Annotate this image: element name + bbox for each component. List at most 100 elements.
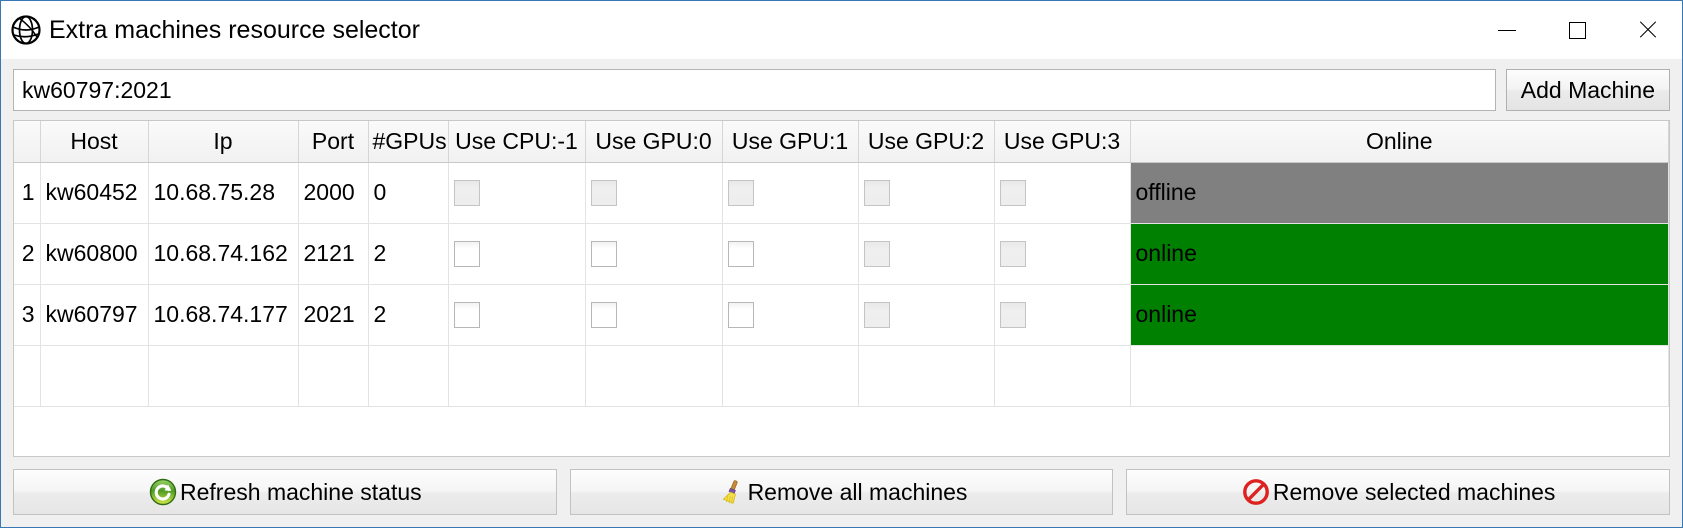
cell-use-gpu1[interactable] [722, 284, 859, 346]
empty-cell [858, 345, 995, 407]
cell-use-cpu[interactable] [448, 162, 586, 224]
remove-all-machines-label: Remove all machines [747, 478, 968, 505]
column-header-online[interactable]: Online [1130, 121, 1669, 163]
refresh-machine-status-button[interactable]: Refresh machine status [13, 469, 557, 515]
table-row[interactable]: 3 kw60797 10.68.74.177 2021 2 online [14, 284, 1669, 346]
cell-host[interactable]: kw60797 [40, 284, 149, 346]
cell-use-cpu[interactable] [448, 284, 586, 346]
use-gpu1-checkbox[interactable] [727, 302, 754, 329]
cell-use-gpu0[interactable] [585, 284, 723, 346]
cell-use-gpu0[interactable] [585, 162, 723, 224]
cell-host[interactable]: kw60452 [40, 162, 149, 224]
use-gpu0-checkbox [590, 180, 617, 207]
empty-cell [368, 345, 449, 407]
row-header-number[interactable]: 1 [14, 162, 41, 224]
use-gpu0-checkbox[interactable] [590, 302, 617, 329]
cell-use-gpu1[interactable] [722, 162, 859, 224]
table-row[interactable]: 2 kw60800 10.68.74.162 2121 2 online [14, 223, 1669, 285]
use-gpu1-checkbox [727, 180, 754, 207]
remove-selected-machines-label: Remove selected machines [1272, 478, 1556, 505]
use-gpu2-checkbox [863, 180, 890, 207]
machines-table-container[interactable]: Host Ip Port #GPUs Use CPU:-1 Use GPU:0 … [13, 120, 1670, 457]
cell-gpus[interactable]: 2 [368, 223, 449, 285]
cell-use-gpu2[interactable] [858, 284, 995, 346]
empty-cell [585, 345, 723, 407]
maximize-button[interactable] [1542, 1, 1612, 59]
cell-port[interactable]: 2121 [298, 223, 369, 285]
cell-ip[interactable]: 10.68.74.162 [148, 223, 299, 285]
broom-icon [716, 477, 746, 507]
cell-use-gpu3[interactable] [994, 223, 1131, 285]
machines-table-body: 1 kw60452 10.68.75.28 2000 0 offline 2 k… [14, 162, 1669, 407]
table-empty-row [14, 345, 1669, 407]
cell-use-gpu3[interactable] [994, 162, 1131, 224]
row-header-number[interactable]: 2 [14, 223, 41, 285]
table-header-row: Host Ip Port #GPUs Use CPU:-1 Use GPU:0 … [14, 121, 1669, 163]
use-cpu-checkbox[interactable] [453, 241, 480, 268]
column-header-use-gpu3[interactable]: Use GPU:3 [994, 121, 1131, 163]
use-gpu1-checkbox[interactable] [727, 241, 754, 268]
add-machine-button[interactable]: Add Machine [1505, 69, 1670, 111]
prohibition-icon [1241, 477, 1271, 507]
remove-selected-machines-button[interactable]: Remove selected machines [1126, 469, 1671, 515]
application-window: Extra machines resource selector Add Mac… [0, 0, 1683, 528]
close-icon [1637, 20, 1657, 40]
use-gpu3-checkbox [999, 241, 1026, 268]
cell-ip[interactable]: 10.68.74.177 [148, 284, 299, 346]
cell-use-gpu0[interactable] [585, 223, 723, 285]
window-title: Extra machines resource selector [49, 15, 420, 44]
minimize-icon [1498, 29, 1516, 31]
use-gpu0-checkbox[interactable] [590, 241, 617, 268]
use-cpu-checkbox [453, 180, 480, 207]
column-header-use-gpu1[interactable]: Use GPU:1 [722, 121, 859, 163]
cell-port[interactable]: 2000 [298, 162, 369, 224]
empty-cell [722, 345, 859, 407]
use-cpu-checkbox[interactable] [453, 302, 480, 329]
empty-cell [448, 345, 586, 407]
refresh-icon [148, 477, 178, 507]
use-gpu2-checkbox [863, 241, 890, 268]
empty-cell [148, 345, 299, 407]
empty-cell [298, 345, 369, 407]
machine-address-input[interactable] [13, 69, 1496, 111]
row-header-empty [14, 345, 41, 407]
add-machine-row: Add Machine [13, 69, 1670, 111]
column-header-ip[interactable]: Ip [148, 121, 299, 163]
cell-online-status[interactable]: online [1130, 284, 1669, 346]
cell-use-cpu[interactable] [448, 223, 586, 285]
cell-use-gpu2[interactable] [858, 162, 995, 224]
cell-host[interactable]: kw60800 [40, 223, 149, 285]
cell-use-gpu1[interactable] [722, 223, 859, 285]
cell-use-gpu2[interactable] [858, 223, 995, 285]
column-header-host[interactable]: Host [40, 121, 149, 163]
minimize-button[interactable] [1472, 1, 1542, 59]
column-header-port[interactable]: Port [298, 121, 369, 163]
use-gpu3-checkbox [999, 180, 1026, 207]
column-header-gpus[interactable]: #GPUs [368, 121, 449, 163]
cell-port[interactable]: 2021 [298, 284, 369, 346]
column-header-use-cpu[interactable]: Use CPU:-1 [448, 121, 586, 163]
cell-online-status[interactable]: offline [1130, 162, 1669, 224]
column-header-use-gpu0[interactable]: Use GPU:0 [585, 121, 723, 163]
action-button-row: Refresh machine status Remove all machin… [13, 469, 1671, 515]
table-row[interactable]: 1 kw60452 10.68.75.28 2000 0 offline [14, 162, 1669, 224]
empty-cell [994, 345, 1131, 407]
cell-ip[interactable]: 10.68.75.28 [148, 162, 299, 224]
remove-all-machines-button[interactable]: Remove all machines [569, 469, 1114, 515]
use-gpu3-checkbox [999, 302, 1026, 329]
refresh-machine-status-label: Refresh machine status [180, 478, 422, 505]
cell-use-gpu3[interactable] [994, 284, 1131, 346]
close-button[interactable] [1612, 1, 1682, 59]
row-header-number[interactable]: 3 [14, 284, 41, 346]
maximize-icon [1568, 21, 1586, 39]
table-corner-header[interactable] [14, 121, 41, 163]
empty-cell [40, 345, 149, 407]
machines-table: Host Ip Port #GPUs Use CPU:-1 Use GPU:0 … [14, 121, 1669, 407]
cell-online-status[interactable]: online [1130, 223, 1669, 285]
empty-cell [1130, 345, 1669, 407]
window-controls [1472, 1, 1682, 59]
column-header-use-gpu2[interactable]: Use GPU:2 [858, 121, 995, 163]
cell-gpus[interactable]: 0 [368, 162, 449, 224]
use-gpu2-checkbox [863, 302, 890, 329]
cell-gpus[interactable]: 2 [368, 284, 449, 346]
